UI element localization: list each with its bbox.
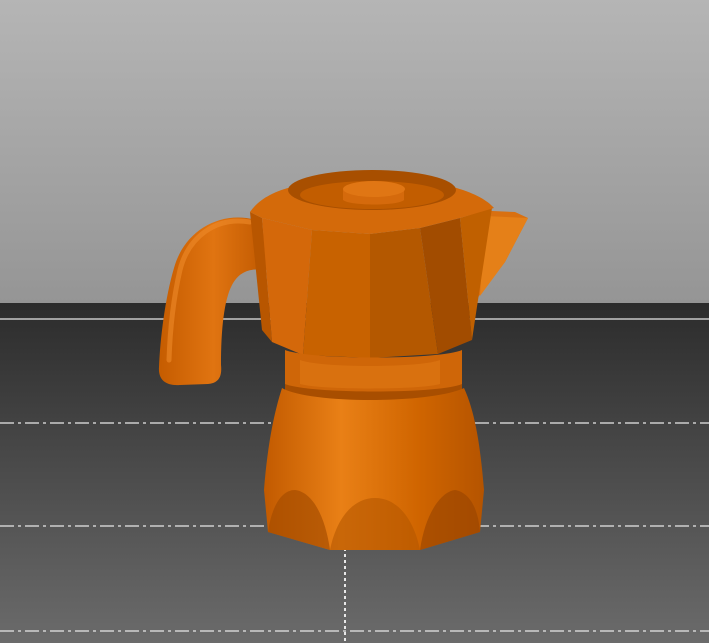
3d-viewport[interactable] [0,0,709,643]
scene-canvas[interactable] [0,0,709,643]
lid-knob-top [343,181,405,197]
upper-chamber-facet-3 [303,230,370,358]
